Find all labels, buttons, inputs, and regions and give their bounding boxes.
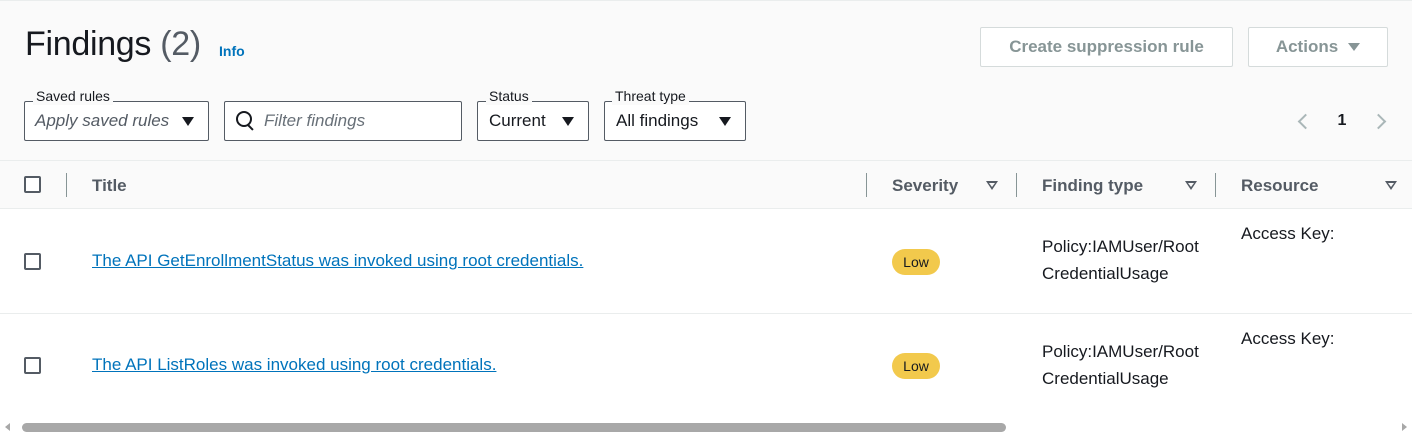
sort-icon[interactable]: [1185, 181, 1197, 190]
search-icon: [236, 111, 256, 131]
page-title-text: Findings: [25, 25, 152, 63]
finding-type: Policy:IAMUser/RootCredentialUsage: [1042, 342, 1199, 388]
status-select[interactable]: Current: [477, 101, 589, 141]
select-all-checkbox[interactable]: [24, 176, 41, 193]
threat-type-value: All findings: [616, 111, 699, 130]
threat-type-select[interactable]: All findings: [604, 101, 746, 141]
saved-rules-label: Saved rules: [33, 87, 113, 105]
findings-header: Findings (2) Info Create suppression rul…: [0, 0, 1412, 160]
caret-down-icon: [182, 117, 194, 126]
column-divider: [66, 173, 67, 197]
saved-rules-value: Apply saved rules: [35, 111, 170, 130]
sort-icon[interactable]: [986, 181, 998, 190]
column-divider[interactable]: [1215, 173, 1216, 197]
scrollbar-thumb[interactable]: [22, 423, 1006, 432]
sort-icon[interactable]: [1385, 181, 1397, 190]
page-title: Findings (2): [25, 25, 201, 64]
finding-title-link[interactable]: The API GetEnrollmentStatus was invoked …: [92, 251, 583, 271]
caret-down-icon: [1348, 43, 1361, 51]
column-divider[interactable]: [1016, 173, 1017, 197]
table-header: Title Severity Finding type Resource: [0, 160, 1412, 209]
create-suppression-rule-button[interactable]: Create suppression rule: [980, 27, 1233, 67]
create-suppression-rule-label: Create suppression rule: [1009, 37, 1204, 56]
actions-label: Actions: [1275, 37, 1339, 56]
pagination: 1: [1294, 109, 1390, 133]
resource: Access Key:: [1241, 329, 1335, 348]
filter-findings-input[interactable]: [264, 111, 444, 131]
caret-down-icon: [562, 117, 574, 126]
column-header-severity[interactable]: Severity: [892, 176, 958, 196]
actions-button[interactable]: Actions: [1248, 27, 1388, 67]
column-divider[interactable]: [866, 173, 867, 197]
threat-type-label: Threat type: [612, 87, 689, 105]
caret-down-icon: [719, 117, 731, 126]
resource: Access Key:: [1241, 224, 1335, 243]
chevron-left-icon[interactable]: [1297, 113, 1314, 129]
column-header-finding-type[interactable]: Finding type: [1042, 176, 1143, 196]
column-header-resource[interactable]: Resource: [1241, 176, 1318, 196]
scroll-right-icon[interactable]: [1402, 423, 1407, 431]
scroll-left-icon[interactable]: [5, 423, 10, 431]
filter-findings-field[interactable]: [224, 101, 462, 141]
finding-title-link[interactable]: The API ListRoles was invoked using root…: [92, 355, 496, 375]
horizontal-scrollbar[interactable]: [0, 418, 1412, 436]
info-link[interactable]: Info: [219, 43, 245, 59]
column-header-title[interactable]: Title: [92, 176, 127, 196]
row-checkbox[interactable]: [24, 357, 41, 374]
table-row: The API GetEnrollmentStatus was invoked …: [0, 209, 1412, 314]
findings-count: (2): [160, 25, 201, 63]
chevron-right-icon[interactable]: [1370, 113, 1387, 129]
row-checkbox[interactable]: [24, 253, 41, 270]
finding-type: Policy:IAMUser/RootCredentialUsage: [1042, 237, 1199, 283]
saved-rules-select[interactable]: Apply saved rules: [24, 101, 209, 141]
page-number[interactable]: 1: [1338, 112, 1347, 130]
severity-badge: Low: [892, 353, 940, 379]
severity-badge: Low: [892, 249, 940, 275]
status-label: Status: [486, 87, 532, 105]
status-value: Current: [489, 111, 546, 130]
table-row: The API ListRoles was invoked using root…: [0, 314, 1412, 414]
